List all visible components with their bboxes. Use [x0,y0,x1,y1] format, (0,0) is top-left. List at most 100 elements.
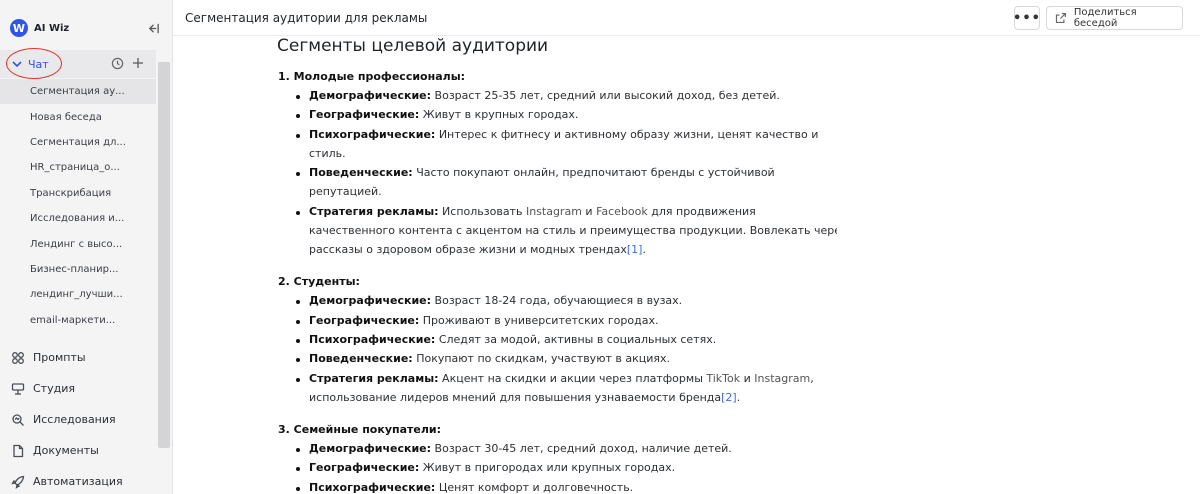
bullet-value: Использовать [438,205,526,218]
bullet-value: , [810,372,814,385]
sidebar-item-research[interactable]: Исследования [0,404,156,435]
bullet-value: Интерес к фитнесу и активному образу жиз… [435,128,819,141]
chat-item[interactable]: Лендинг с высо... [0,231,156,256]
bullet-key: Демографические: [309,294,432,307]
bullet [296,358,300,362]
chat-section-toggle[interactable]: Чат [0,50,156,78]
bullet-value: и [740,372,755,385]
sidebar-item-prompts[interactable]: Промпты [0,342,156,373]
chat-item[interactable]: HR_страница_о... [0,155,156,180]
bullet-key: Психографические: [309,481,436,494]
citation-link[interactable]: [2] [721,391,737,404]
bullet-key: Демографические: [309,89,432,102]
list-item: Географические: Проживают в университетс… [309,314,658,327]
new-chat-plus-icon[interactable] [131,56,145,70]
bullet-key: Географические: [309,461,420,474]
sidebar-item-studio[interactable]: Студия [0,373,156,404]
collapse-sidebar-button[interactable] [143,18,163,38]
list-item-continued: качественного контента с акцентом на сти… [309,224,837,237]
chat-item[interactable]: email-маркети... [0,308,156,333]
chat-item[interactable]: Транскрибация [0,181,156,206]
chat-item[interactable]: Исследования и... [0,206,156,231]
sidebar-item-label: Автоматизация [33,475,123,488]
list-item: Поведенческие: Часто покупают онлайн, пр… [309,166,775,179]
brand[interactable]: W AI Wiz [10,18,69,38]
sidebar-scrollbar[interactable] [158,62,170,448]
section-title: 2. Студенты: [278,275,360,288]
sidebar-item-label: Исследования [33,413,116,426]
bullet-key: Психографические: [309,128,436,141]
list-item: Географические: Живут в крупных городах. [309,108,578,121]
chat-section-label: Чат [28,57,49,71]
bullet-value: рассказы о здоровом образе жизни и модны… [309,243,627,256]
platform-name: Instagram [525,205,582,218]
documents-icon [13,444,24,457]
share-conversation-button[interactable]: Поделиться беседой [1046,6,1183,30]
chat-item[interactable]: Новая беседа [0,104,156,129]
bullet-value: . [642,243,646,256]
bullet-value: Живут в пригородах или крупных городах. [419,461,676,474]
bullet [296,339,300,343]
more-options-button[interactable]: ••• [1013,6,1040,30]
bullet-value: Живут в крупных городах. [419,108,579,121]
section-title: 3. Семейные покупатели: [278,423,441,436]
list-item: Поведенческие: Покупают по скидкам, учас… [309,352,670,365]
bullet-value: Проживают в университетских городах. [419,314,659,327]
chat-item[interactable]: лендинг_лучши... [0,282,156,307]
chevron-down-icon [12,61,22,68]
bullet-value: Возраст 25-35 лет, средний или высокий д… [431,89,780,102]
bullet-key: Географические: [309,108,420,121]
bullet [296,172,300,176]
bullet-key: Стратегия рекламы: [309,372,439,385]
section-title: 1. Молодые профессионалы: [278,70,465,83]
bullet [296,320,300,324]
list-item: Психографические: Следят за модой, актив… [309,333,716,346]
bullet-key: Поведенческие: [309,166,413,179]
sidebar-item-label: Студия [33,382,75,395]
history-icon[interactable] [111,57,124,70]
section-title-text: 1. Молодые профессионалы: [278,70,466,83]
bullet-value: Покупают по скидкам, участвуют в акциях. [412,352,670,365]
chat-item[interactable]: Сегментация дл... [0,130,156,155]
share-button-label: Поделиться беседой [1073,7,1137,29]
bullet-value: Акцент на скидки и акции через платформы [438,372,707,385]
content-heading: Сегменты целевой аудитории [277,36,549,56]
sidebar-nav: Промпты Студия Исследования Документы Ав… [0,342,156,494]
platform-name: Facebook [596,205,648,218]
list-item: Демографические: Возраст 25-35 лет, сред… [309,89,780,102]
bullet [296,467,300,471]
conversation-title: Сегментация аудитории для рекламы [185,11,428,25]
topbar: Сегментация аудитории для рекламы ••• По… [173,0,1200,36]
list-item: Демографические: Возраст 30-45 лет, сред… [309,442,732,455]
research-icon [12,413,24,426]
bullet-value: Ценят комфорт и долговечность. [435,481,634,494]
list-item: Стратегия рекламы: Использовать Instagra… [309,205,756,218]
logo-icon: W [10,19,28,37]
chat-item[interactable]: Сегментация ау... [0,79,156,105]
platform-name: Instagram [754,372,811,385]
bullet-value: использование лидеров мнений для повышен… [309,391,722,404]
collapse-icon [148,23,159,33]
bullet [296,487,300,491]
bullet [296,95,300,99]
list-item: Психографические: Ценят комфорт и долгов… [309,481,633,494]
sidebar-item-label: Промпты [33,351,86,364]
bullet-value: . [736,391,741,404]
studio-icon [11,382,25,395]
share-icon [1055,12,1066,24]
list-item-continued: стиль. [309,147,346,160]
bullet-key: Демографические: [309,442,432,455]
bullet [296,300,300,304]
bullet [296,211,300,215]
message-content: Сегменты целевой аудитории 1. Молодые пр… [277,36,837,494]
citation-link[interactable]: [1] [627,243,643,256]
chat-list: Сегментация ау... Новая беседа Сегментац… [0,79,156,333]
list-item: Психографические: Интерес к фитнесу и ак… [309,128,818,141]
sidebar: W AI Wiz Чат Сегментация ау... Новая бес… [0,0,173,494]
chat-item[interactable]: Бизнес-планир... [0,257,156,282]
sidebar-item-documents[interactable]: Документы [0,435,156,466]
list-item: Стратегия рекламы: Акцент на скидки и ак… [309,372,814,385]
sidebar-item-automation[interactable]: Автоматизация [0,466,156,494]
prompts-icon [12,351,24,364]
list-item: Географические: Живут в пригородах или к… [309,461,675,474]
